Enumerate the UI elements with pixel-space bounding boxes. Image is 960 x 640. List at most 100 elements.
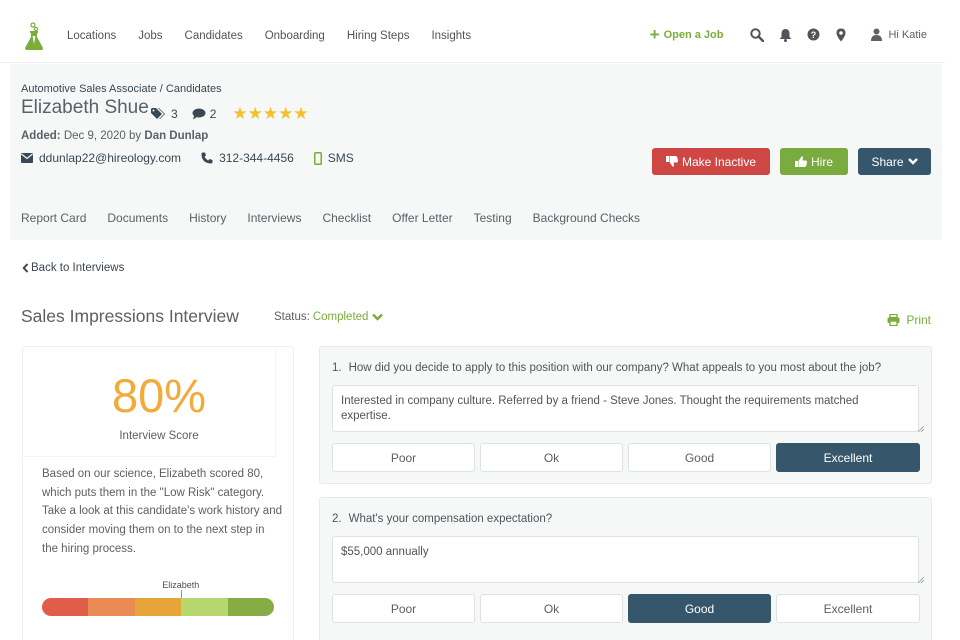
- interview-score-value: 80%: [111, 369, 207, 422]
- print-button[interactable]: Print: [887, 313, 931, 327]
- envelope-icon: [21, 153, 33, 163]
- chevron-left-icon: [22, 263, 29, 273]
- make-inactive-button[interactable]: Make Inactive: [652, 148, 770, 175]
- bell-icon[interactable]: [777, 27, 793, 43]
- question-text: 1. How did you decide to apply to this po…: [332, 362, 881, 374]
- added-date: Dec 9, 2020: [63, 130, 126, 142]
- rating-good-button[interactable]: Good: [628, 443, 771, 472]
- svg-text:?: ?: [811, 30, 817, 40]
- risk-segment: [42, 598, 89, 616]
- tab-interviews[interactable]: Interviews: [247, 211, 301, 225]
- candidate-header: Automotive Sales Associate / Candidates …: [10, 64, 942, 240]
- answer-textarea[interactable]: $55,000 annually: [332, 536, 919, 583]
- nav-jobs[interactable]: Jobs: [138, 30, 162, 42]
- chevron-down-icon: [372, 313, 384, 321]
- hire-label: Hire: [810, 154, 833, 169]
- resize-grip-icon[interactable]: [918, 577, 924, 583]
- breadcrumb: Automotive Sales Associate / Candidates: [21, 83, 222, 95]
- star-rating[interactable]: ★ ★ ★ ★ ★: [232, 105, 308, 122]
- tab-testing[interactable]: Testing: [474, 211, 512, 225]
- sms-link[interactable]: SMS: [313, 151, 354, 165]
- candidate-name: Elizabeth Shue: [21, 97, 149, 118]
- nav-right: + Open a Job ? Hi Katie: [650, 26, 927, 43]
- star-icon[interactable]: ★: [293, 105, 308, 122]
- added-label: Added:: [21, 130, 61, 142]
- breadcrumb-job[interactable]: Automotive Sales Associate: [21, 83, 157, 95]
- phone-icon: [201, 152, 213, 164]
- tags-count[interactable]: 3: [151, 107, 178, 121]
- tab-history[interactable]: History: [189, 211, 226, 225]
- risk-segment: [181, 598, 228, 616]
- tags-icon: [151, 107, 165, 119]
- nav-candidates[interactable]: Candidates: [185, 30, 243, 42]
- risk-segment: [227, 598, 274, 616]
- chevron-down-icon: [907, 158, 918, 165]
- candidate-meta: 3 2 ★ ★ ★ ★ ★: [151, 105, 309, 122]
- open-job-label: Open a Job: [663, 28, 724, 41]
- risk-segment: [88, 598, 135, 616]
- back-to-interviews-link[interactable]: Back to Interviews: [22, 262, 124, 274]
- make-inactive-label: Make Inactive: [681, 154, 757, 169]
- hire-button[interactable]: Hire: [780, 148, 848, 175]
- nav-locations[interactable]: Locations: [67, 30, 116, 42]
- user-icon: [871, 28, 883, 41]
- help-icon[interactable]: ?: [805, 27, 821, 43]
- rating-ok-button[interactable]: Ok: [480, 594, 623, 623]
- risk-marker: [181, 590, 183, 598]
- thumbs-up-icon: [794, 156, 807, 167]
- interview-title: Sales Impressions Interview: [21, 306, 239, 326]
- rating-buttons: Poor Ok Good Excellent: [332, 443, 920, 472]
- tags-count-value: 3: [171, 106, 178, 121]
- email-value: ddunlap22@hireology.com: [39, 151, 182, 165]
- risk-scale-bar: [42, 598, 274, 616]
- email-link[interactable]: ddunlap22@hireology.com: [21, 151, 181, 165]
- question-label: What's your compensation expectation?: [348, 513, 553, 525]
- tab-documents[interactable]: Documents: [107, 211, 168, 225]
- star-icon[interactable]: ★: [263, 105, 278, 122]
- rating-excellent-button[interactable]: Excellent: [776, 443, 920, 472]
- breadcrumb-separator: /: [156, 83, 166, 95]
- mobile-phone-icon: [313, 151, 322, 165]
- search-icon[interactable]: [749, 27, 765, 43]
- resize-grip-icon[interactable]: [918, 426, 924, 432]
- status-dropdown[interactable]: Status: Completed: [274, 311, 384, 323]
- rating-ok-button[interactable]: Ok: [480, 443, 623, 472]
- top-nav: Locations Jobs Candidates Onboarding Hir…: [0, 0, 945, 63]
- interview-score-card: 80% Interview Score Based on our science…: [22, 346, 294, 640]
- user-menu[interactable]: Hi Katie: [871, 28, 927, 41]
- share-dropdown-button[interactable]: Share: [858, 148, 931, 175]
- risk-segment: [134, 598, 182, 616]
- star-icon[interactable]: ★: [232, 105, 247, 122]
- tab-background-checks[interactable]: Background Checks: [533, 211, 640, 225]
- risk-marker-label: Elizabeth: [162, 580, 200, 590]
- comments-count[interactable]: 2: [192, 107, 216, 121]
- nav-hiring-steps[interactable]: Hiring Steps: [347, 30, 410, 42]
- question-card: 2. What's your compensation expectation? …: [319, 497, 932, 640]
- rating-excellent-button[interactable]: Excellent: [776, 594, 920, 623]
- nav-onboarding[interactable]: Onboarding: [265, 30, 325, 42]
- comment-icon: [192, 108, 206, 119]
- added-info: Added: Dec 9, 2020 by Dan Dunlap: [21, 130, 208, 142]
- plus-icon: +: [649, 25, 660, 44]
- nav-insights[interactable]: Insights: [431, 30, 471, 42]
- rating-poor-button[interactable]: Poor: [332, 443, 475, 472]
- star-icon[interactable]: ★: [248, 105, 263, 122]
- star-icon[interactable]: ★: [278, 105, 293, 122]
- tab-offer-letter[interactable]: Offer Letter: [392, 211, 452, 225]
- print-label: Print: [906, 313, 931, 327]
- flask-logo-icon[interactable]: [24, 22, 44, 50]
- question-number: 2.: [332, 513, 342, 525]
- sms-label: SMS: [327, 151, 354, 165]
- tab-checklist[interactable]: Checklist: [322, 211, 371, 225]
- rating-poor-button[interactable]: Poor: [332, 594, 475, 623]
- open-job-button[interactable]: + Open a Job: [650, 26, 724, 43]
- phone-link[interactable]: 312-344-4456: [201, 151, 294, 165]
- added-by: Dan Dunlap: [144, 130, 209, 142]
- answer-textarea[interactable]: Interested in company culture. Referred …: [332, 385, 919, 432]
- breadcrumb-candidates[interactable]: Candidates: [166, 83, 222, 95]
- tab-report-card[interactable]: Report Card: [21, 211, 86, 225]
- location-pin-icon[interactable]: [833, 27, 849, 43]
- user-greeting: Hi Katie: [888, 28, 927, 41]
- rating-good-button[interactable]: Good: [628, 594, 771, 623]
- rating-buttons: Poor Ok Good Excellent: [332, 594, 920, 623]
